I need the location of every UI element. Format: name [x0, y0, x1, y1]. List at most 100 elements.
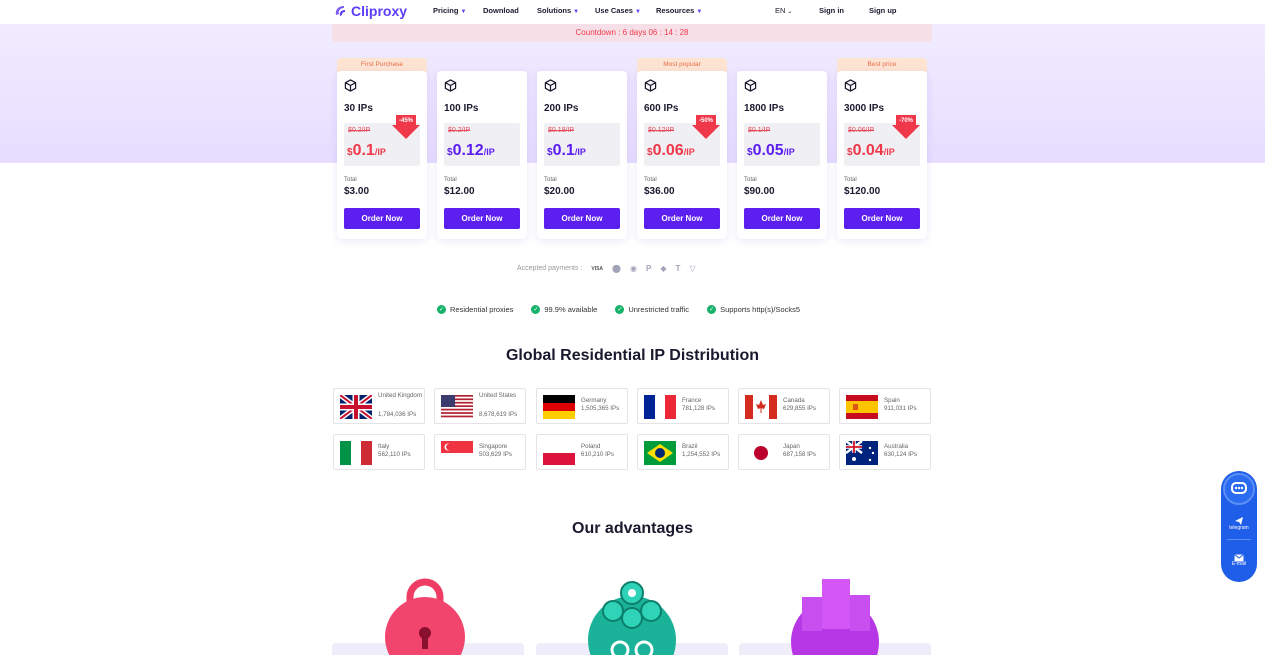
- nav-use-cases[interactable]: Use Cases ▼: [595, 6, 641, 15]
- total-value: $90.00: [744, 186, 775, 197]
- caret-down-icon: ▼: [634, 9, 641, 15]
- country-name: Italy: [378, 443, 390, 450]
- signin-link[interactable]: Sign in: [819, 6, 844, 15]
- caret-down-icon: ▼: [460, 9, 467, 15]
- top-navbar: Cliproxy Pricing ▼ Download Solutions ▼ Us…: [0, 0, 1265, 24]
- old-price: $0.06/IP: [848, 127, 875, 134]
- coin-icon: ◉: [630, 264, 637, 273]
- total-value: $120.00: [844, 186, 881, 197]
- order-now-button[interactable]: Order Now: [744, 208, 820, 229]
- pricing-card: 1800 IPs $0.1/IP $0.05/IP Total $90.00 Order …: [737, 71, 827, 239]
- country-name: Brazil: [682, 443, 698, 450]
- country-name: Poland: [581, 443, 601, 450]
- language-select[interactable]: EN ⌄: [775, 6, 792, 15]
- advantages-title: Our advantages: [572, 520, 693, 537]
- chevron-down-icon: ⌄: [787, 9, 793, 15]
- country-ip-count: 610,210 IPs: [581, 451, 615, 458]
- order-now-button[interactable]: Order Now: [644, 208, 720, 229]
- order-now-button[interactable]: Order Now: [844, 208, 920, 229]
- total-value: $20.00: [544, 186, 575, 197]
- accepted-payments: Accepted payments : VISA ⬤ ◉ P ◆ T ▽: [517, 264, 696, 273]
- distribution-title: Global Residential IP Distribution: [505, 347, 760, 364]
- nav-pricing[interactable]: Pricing ▼: [433, 6, 466, 15]
- total-value: $36.00: [644, 186, 675, 197]
- country-ip-count: 1,254,552 IPs: [682, 451, 721, 458]
- fr-flag-icon: [644, 395, 676, 419]
- chat-icon: [1231, 482, 1247, 494]
- feature-item: ✓ 99.9% available: [531, 305, 598, 314]
- nav-resources[interactable]: Resources ▼: [656, 6, 702, 15]
- price-box: $0.2/IP $0.12/IP: [444, 123, 520, 166]
- country-ip-count: 1,505,365 IPs: [581, 405, 620, 412]
- total-value: $12.00: [444, 186, 475, 197]
- country-name: Japan: [783, 443, 800, 450]
- email-label: E-mail: [1231, 561, 1247, 567]
- signup-link[interactable]: Sign up: [869, 6, 897, 15]
- country-card: Japan 687,158 IPs: [738, 434, 830, 470]
- plan-tag: Most popular: [637, 58, 727, 72]
- au-flag-icon: [846, 441, 878, 465]
- cube-icon: [844, 79, 857, 92]
- country-name: France: [682, 397, 702, 404]
- logo-icon: [335, 6, 345, 16]
- new-price: $0.05/IP: [747, 142, 795, 159]
- country-name: Australia: [884, 443, 909, 450]
- price-box: $0.1/IP $0.05/IP: [744, 123, 820, 166]
- country-name: United Kingdom: [378, 392, 423, 399]
- cube-icon: [744, 79, 757, 92]
- divider: [1227, 539, 1251, 540]
- check-icon: ✓: [531, 305, 541, 314]
- new-price: $0.1/IP: [347, 142, 386, 159]
- old-price: $0.2/IP: [348, 127, 371, 134]
- country-ip-count: 8,678,619 IPs: [479, 411, 518, 418]
- plan-ips: 30 IPs: [344, 103, 373, 114]
- ca-flag-icon: [745, 395, 777, 419]
- chat-button[interactable]: [1223, 473, 1255, 505]
- discount-badge: -45%: [398, 118, 413, 124]
- pricing-card: 600 IPs $0.12/IP $0.06/IP -50% Total $36.00 Or…: [637, 71, 727, 239]
- cube-icon: [644, 79, 657, 92]
- pricing-card: 3000 IPs $0.06/IP $0.04/IP -70% Total $120.00…: [837, 71, 927, 239]
- total-label: Total: [444, 177, 457, 183]
- order-now-button[interactable]: Order Now: [444, 208, 520, 229]
- caret-down-icon: ▼: [696, 9, 703, 15]
- new-price: $0.1/IP: [547, 142, 586, 159]
- old-price: $0.1/IP: [748, 127, 771, 134]
- feature-item: ✓ Supports http(s)/Socks5: [707, 305, 801, 314]
- country-name: United States: [479, 392, 517, 399]
- it-flag-icon: [340, 441, 372, 465]
- pricing-card: 100 IPs $0.2/IP $0.12/IP Total $12.00 Order N…: [437, 71, 527, 239]
- country-card: Italy 562,110 IPs: [333, 434, 425, 470]
- country-name: Germany: [581, 397, 607, 404]
- country-card: France 781,128 IPs: [637, 388, 729, 424]
- plan-ips: 3000 IPs: [844, 103, 885, 114]
- pricing-card: 200 IPs $0.18/IP $0.1/IP Total $20.00 Order N…: [537, 71, 627, 239]
- br-flag-icon: [644, 441, 676, 465]
- country-name: Singapore: [479, 443, 508, 450]
- pl-flag-icon: [543, 441, 575, 465]
- order-now-button[interactable]: Order Now: [544, 208, 620, 229]
- order-now-button[interactable]: Order Now: [344, 208, 420, 229]
- total-label: Total: [344, 177, 357, 183]
- country-card: United Kingdom 1,784,036 IPs: [333, 388, 425, 424]
- country-ip-count: 781,128 IPs: [682, 405, 716, 412]
- tron-icon: ▽: [689, 264, 696, 273]
- total-label: Total: [744, 177, 757, 183]
- nav-download[interactable]: Download: [483, 6, 519, 15]
- plan-ips: 600 IPs: [644, 103, 679, 114]
- cube-icon: [344, 79, 357, 92]
- country-ip-count: 1,784,036 IPs: [378, 411, 417, 418]
- feature-item: ✓ Residential proxies: [437, 305, 514, 314]
- telegram-label: telegram: [1229, 525, 1249, 531]
- payments-label: Accepted payments :: [517, 265, 583, 272]
- new-price: $0.12/IP: [447, 142, 495, 159]
- logo[interactable]: Cliproxy: [333, 3, 407, 19]
- new-price: $0.04/IP: [847, 142, 895, 159]
- de-flag-icon: [543, 395, 575, 419]
- nav-solutions[interactable]: Solutions ▼: [537, 6, 579, 15]
- country-card: Australia 630,124 IPs: [839, 434, 931, 470]
- features-list: ✓ Residential proxies ✓ 99.9% available ✓ U…: [437, 305, 800, 314]
- pricing-card: 30 IPs $0.2/IP $0.1/IP -45% Total $3.00 Order …: [337, 71, 427, 239]
- mastercard-icon: ⬤: [612, 264, 621, 273]
- network-location-illustration: [588, 581, 676, 655]
